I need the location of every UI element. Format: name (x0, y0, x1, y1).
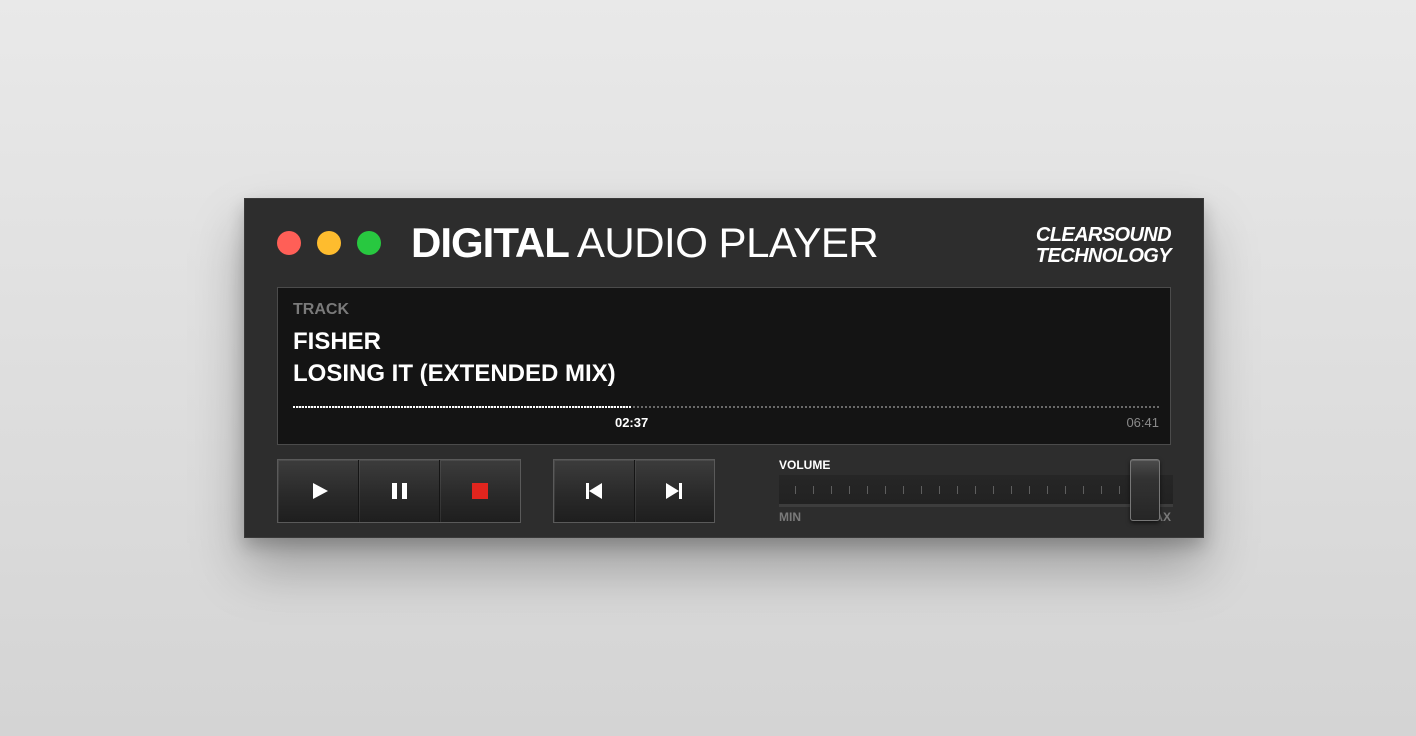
app-title-light: AUDIO PLAYER (576, 219, 879, 266)
play-icon (312, 483, 328, 499)
total-duration: 06:41 (1126, 415, 1159, 430)
volume-tick (921, 486, 922, 494)
song-title: LOSING IT (EXTENDED MIX) (293, 360, 616, 387)
stop-button[interactable] (440, 460, 520, 522)
close-window-button[interactable] (277, 231, 301, 255)
volume-tick (831, 486, 832, 494)
volume-tick (1065, 486, 1066, 494)
next-track-button[interactable] (634, 460, 714, 522)
volume-tick (1011, 486, 1012, 494)
minimize-window-button[interactable] (317, 231, 341, 255)
volume-tick (1083, 486, 1084, 494)
volume-tick (903, 486, 904, 494)
maximize-window-button[interactable] (357, 231, 381, 255)
volume-tick (993, 486, 994, 494)
progress-fill (293, 406, 632, 408)
volume-tick (957, 486, 958, 494)
brand-line-2: TECHNOLOGY (1035, 245, 1172, 267)
volume-tick (1029, 486, 1030, 494)
audio-player-window: DIGITAL AUDIO PLAYER CLEARSOUND TECHNOLOG… (244, 198, 1204, 538)
volume-tick (939, 486, 940, 494)
volume-tick (813, 486, 814, 494)
previous-track-button[interactable] (554, 460, 635, 522)
brand-logo: CLEARSOUND TECHNOLOGY (1035, 224, 1172, 267)
volume-tick (975, 486, 976, 494)
volume-slider-track[interactable] (779, 475, 1173, 507)
volume-tick (867, 486, 868, 494)
volume-tick (1101, 486, 1102, 494)
skip-controls (553, 459, 715, 523)
brand-line-1: CLEARSOUND (1035, 224, 1172, 246)
artist-name: FISHER (293, 328, 382, 355)
progress-bar[interactable] (293, 406, 1159, 408)
volume-slider-handle[interactable] (1130, 459, 1161, 521)
app-title-bold: DIGITAL (411, 219, 570, 266)
volume-min-label: MIN (779, 510, 801, 524)
volume-tick (1119, 486, 1120, 494)
volume-tick (795, 486, 796, 494)
elapsed-time: 02:37 (614, 415, 649, 430)
play-button[interactable] (278, 460, 359, 522)
volume-label: VOLUME (779, 458, 831, 472)
skip-next-icon (666, 483, 683, 499)
playback-controls (277, 459, 521, 523)
pause-icon (391, 483, 407, 499)
volume-tick (885, 486, 886, 494)
pause-button[interactable] (359, 460, 440, 522)
track-label: TRACK (293, 301, 349, 318)
track-display: TRACK FISHER LOSING IT (EXTENDED MIX) 02… (277, 287, 1171, 445)
stop-icon (472, 483, 488, 499)
skip-previous-icon (585, 483, 602, 499)
app-title: DIGITAL AUDIO PLAYER (411, 218, 879, 268)
volume-tick (849, 486, 850, 494)
volume-tick (1047, 486, 1048, 494)
